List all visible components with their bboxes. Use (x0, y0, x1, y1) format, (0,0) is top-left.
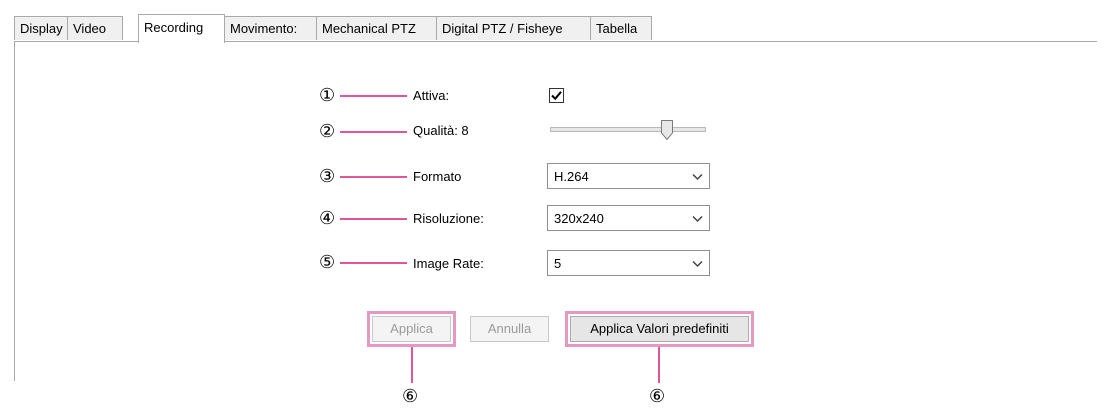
callout-6b: ⑥ (649, 386, 666, 406)
callout-1: ① (319, 85, 336, 105)
chevron-down-icon (692, 215, 703, 223)
formato-select[interactable]: H.264 (547, 163, 710, 189)
callout-6a: ⑥ (402, 386, 419, 406)
qualita-slider-thumb[interactable] (661, 120, 673, 140)
image-rate-label: Image Rate: (413, 256, 484, 271)
tab-digital-ptz-fisheye[interactable]: Digital PTZ / Fisheye (436, 16, 591, 40)
qualita-slider-track[interactable] (550, 127, 706, 132)
callout-line-5 (340, 262, 407, 264)
callout-line-6a (411, 347, 413, 383)
chevron-down-icon (692, 260, 703, 268)
tab-mechanical-ptz[interactable]: Mechanical PTZ (316, 16, 437, 40)
tab-tabella[interactable]: Tabella (590, 16, 652, 40)
callout-line-4 (340, 218, 407, 220)
callout-5: ⑤ (319, 252, 336, 272)
tab-display[interactable]: Display (14, 16, 68, 40)
risoluzione-value: 320x240 (554, 211, 604, 226)
applica-valori-predefiniti-button[interactable]: Applica Valori predefiniti (570, 316, 749, 342)
callout-line-2 (340, 131, 407, 133)
annulla-button[interactable]: Annulla (470, 316, 549, 342)
formato-label: Formato (413, 169, 462, 184)
image-rate-value: 5 (554, 256, 562, 271)
callout-3: ③ (319, 166, 336, 186)
panel-border (14, 41, 15, 381)
chevron-down-icon (692, 173, 703, 181)
checkmark-icon (551, 91, 562, 101)
applica-button[interactable]: Applica (372, 316, 451, 342)
attiva-checkbox[interactable] (549, 88, 564, 103)
tab-video[interactable]: Video (67, 16, 123, 40)
risoluzione-select[interactable]: 320x240 (547, 205, 710, 231)
risoluzione-label: Risoluzione: (413, 211, 484, 226)
image-rate-select[interactable]: 5 (547, 250, 710, 276)
tab-movimento[interactable]: Movimento: (224, 16, 317, 40)
callout-line-6b (658, 347, 660, 383)
callout-line-1 (340, 95, 407, 97)
qualita-label: Qualità: 8 (413, 123, 469, 138)
callout-line-3 (340, 176, 407, 178)
attiva-label: Attiva: (413, 88, 450, 103)
callout-4: ④ (319, 208, 336, 228)
formato-value: H.264 (554, 169, 589, 184)
callout-2: ② (319, 121, 336, 141)
tab-recording[interactable]: Recording (138, 14, 225, 43)
